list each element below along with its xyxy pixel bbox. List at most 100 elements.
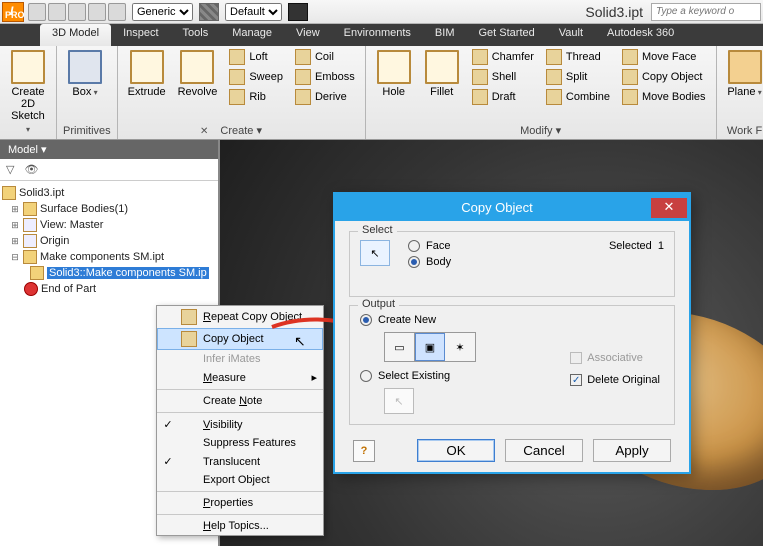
split-button[interactable]: Split bbox=[542, 68, 614, 86]
chamfer-button[interactable]: Chamfer bbox=[468, 48, 538, 66]
dialog-title: Copy Object bbox=[343, 200, 651, 215]
revolve-icon bbox=[180, 50, 214, 84]
checkbox-delete-original[interactable]: ✓Delete Original bbox=[570, 374, 660, 386]
dialog-titlebar[interactable]: Copy Object ✕ bbox=[335, 194, 689, 221]
mi-export-object[interactable]: Export Object bbox=[157, 471, 323, 489]
select-existing-pick: ↖ bbox=[384, 388, 414, 414]
end-of-part-icon bbox=[24, 282, 38, 296]
group-create-title[interactable]: Create ▾ bbox=[124, 123, 359, 138]
box-icon bbox=[68, 50, 102, 84]
select-group: Select ↖ Face Body Selected 1 bbox=[349, 231, 675, 297]
tab-autodesk-360[interactable]: Autodesk 360 bbox=[595, 24, 686, 46]
solid-icon: ▣ bbox=[425, 341, 435, 354]
tree-end-of-part[interactable]: End of Part bbox=[2, 281, 216, 297]
mi-copy-object[interactable]: Copy Object bbox=[157, 328, 323, 350]
app-logo-text: PRO bbox=[5, 10, 25, 20]
qat-dropdown-icon[interactable] bbox=[108, 3, 126, 21]
tab-3d-model[interactable]: 3D Model bbox=[40, 24, 111, 46]
tree-child-selected[interactable]: Solid3::Make components SM.ip bbox=[2, 265, 216, 281]
derive-button[interactable]: Derive bbox=[291, 88, 359, 106]
tab-manage[interactable]: Manage bbox=[220, 24, 284, 46]
tab-inspect[interactable]: Inspect bbox=[111, 24, 170, 46]
view-icon bbox=[23, 218, 37, 232]
box-button[interactable]: Box bbox=[63, 48, 107, 101]
output-solid-button[interactable]: ▣ bbox=[415, 333, 445, 361]
find-icon[interactable]: 👁‍ bbox=[24, 163, 36, 176]
composite-icon: ✶ bbox=[455, 341, 464, 354]
mi-translucent[interactable]: ✓Translucent bbox=[157, 452, 323, 471]
help-button[interactable]: ? bbox=[353, 440, 375, 462]
select-legend: Select bbox=[358, 224, 397, 236]
hole-button[interactable]: Hole bbox=[372, 48, 416, 100]
tab-tools[interactable]: Tools bbox=[171, 24, 221, 46]
part-icon bbox=[30, 266, 44, 280]
apply-button[interactable]: Apply bbox=[593, 439, 671, 462]
rib-button[interactable]: Rib bbox=[225, 88, 287, 106]
tree-root[interactable]: Solid3.ipt bbox=[2, 185, 216, 201]
tree-surface-bodies[interactable]: ⊞Surface Bodies(1) bbox=[2, 201, 216, 217]
mi-measure[interactable]: Measure▸ bbox=[157, 368, 323, 387]
tab-get-started[interactable]: Get Started bbox=[466, 24, 546, 46]
color-swatch-icon[interactable] bbox=[288, 3, 308, 21]
appearance-combo[interactable]: Generic bbox=[132, 3, 193, 21]
combine-icon bbox=[546, 89, 562, 105]
output-group: Output Create New ▭ ▣ ✶ Select Existing … bbox=[349, 305, 675, 425]
radio-create-new[interactable]: Create New bbox=[360, 314, 664, 326]
tab-view[interactable]: View bbox=[284, 24, 332, 46]
plane-button[interactable]: Plane bbox=[723, 48, 763, 101]
mi-visibility[interactable]: ✓Visibility bbox=[157, 415, 323, 434]
shell-button[interactable]: Shell bbox=[468, 68, 538, 86]
loft-button[interactable]: Loft bbox=[225, 48, 287, 66]
search-input[interactable] bbox=[651, 3, 761, 21]
assembly-icon bbox=[23, 250, 37, 264]
split-icon bbox=[546, 69, 562, 85]
sweep-button[interactable]: Sweep bbox=[225, 68, 287, 86]
move-bodies-button[interactable]: Move Bodies bbox=[618, 88, 710, 106]
output-surface-button[interactable]: ▭ bbox=[385, 333, 415, 361]
panel-close-icon[interactable]: ✕ bbox=[200, 126, 214, 138]
draft-button[interactable]: Draft bbox=[468, 88, 538, 106]
output-type-row: ▭ ▣ ✶ bbox=[384, 332, 476, 362]
mi-help-topics[interactable]: Help Topics... bbox=[157, 517, 323, 535]
extrude-button[interactable]: Extrude bbox=[124, 48, 170, 100]
group-workf-title: Work F bbox=[723, 124, 763, 138]
coil-button[interactable]: Coil bbox=[291, 48, 359, 66]
create-2d-sketch-button[interactable]: Create2D Sketch bbox=[6, 48, 50, 138]
copy-object-button[interactable]: Copy Object bbox=[618, 68, 710, 86]
tree-view-master[interactable]: ⊞View: Master bbox=[2, 217, 216, 233]
revolve-button[interactable]: Revolve bbox=[174, 48, 222, 100]
selected-count: Selected 1 bbox=[609, 240, 664, 252]
tree-origin[interactable]: ⊞Origin bbox=[2, 233, 216, 249]
group-modify-title[interactable]: Modify ▾ bbox=[372, 123, 710, 138]
fillet-button[interactable]: Fillet bbox=[420, 48, 464, 100]
select-pick-button[interactable]: ↖ bbox=[360, 240, 390, 266]
output-composite-button[interactable]: ✶ bbox=[445, 333, 475, 361]
qat-save-icon[interactable] bbox=[48, 3, 66, 21]
ok-button[interactable]: OK bbox=[417, 439, 495, 462]
material-swatch-icon[interactable] bbox=[199, 3, 219, 21]
mi-properties[interactable]: Properties bbox=[157, 494, 323, 512]
qat-undo-icon[interactable] bbox=[68, 3, 86, 21]
mi-suppress-features[interactable]: Suppress Features bbox=[157, 434, 323, 452]
dialog-close-button[interactable]: ✕ bbox=[651, 198, 687, 218]
thread-button[interactable]: Thread bbox=[542, 48, 614, 66]
output-legend: Output bbox=[358, 298, 399, 310]
qat-open-icon[interactable] bbox=[28, 3, 46, 21]
cancel-button[interactable]: Cancel bbox=[505, 439, 583, 462]
model-browser-header[interactable]: Model ▾ bbox=[0, 140, 218, 159]
qat-redo-icon[interactable] bbox=[88, 3, 106, 21]
emboss-button[interactable]: Emboss bbox=[291, 68, 359, 86]
filter-icon[interactable]: ▽ bbox=[6, 163, 14, 176]
mi-repeat-copy-object[interactable]: Repeat Copy Object bbox=[157, 306, 323, 328]
mi-create-note[interactable]: Create Note bbox=[157, 392, 323, 410]
tab-bim[interactable]: BIM bbox=[423, 24, 467, 46]
combine-button[interactable]: Combine bbox=[542, 88, 614, 106]
view-style-combo[interactable]: Default bbox=[225, 3, 282, 21]
app-logo[interactable]: PRO bbox=[2, 2, 24, 22]
emboss-icon bbox=[295, 69, 311, 85]
radio-body[interactable]: Body bbox=[408, 256, 664, 268]
tab-environments[interactable]: Environments bbox=[332, 24, 423, 46]
move-face-button[interactable]: Move Face bbox=[618, 48, 710, 66]
tab-vault[interactable]: Vault bbox=[547, 24, 595, 46]
tree-make-components[interactable]: ⊟Make components SM.ipt bbox=[2, 249, 216, 265]
